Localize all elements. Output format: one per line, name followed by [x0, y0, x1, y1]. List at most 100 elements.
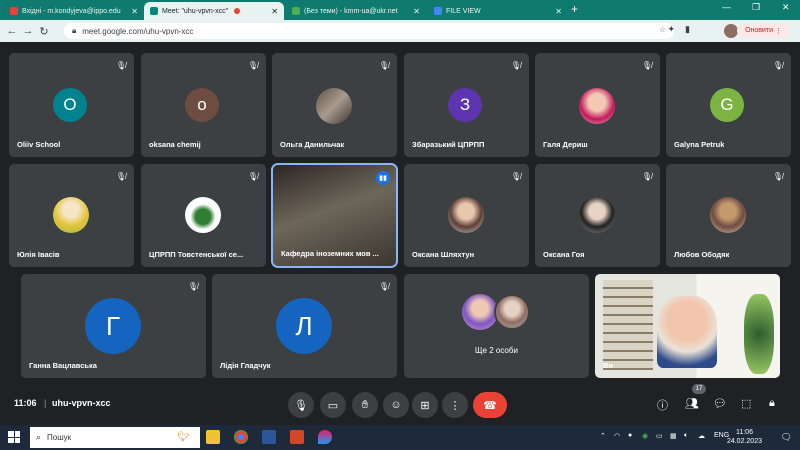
tray-app-icon[interactable]: ●	[628, 432, 632, 439]
avatar: O	[53, 88, 87, 122]
windows-start-icon[interactable]	[8, 431, 20, 443]
word-icon[interactable]	[262, 430, 276, 444]
close-window-icon[interactable]: ✕	[782, 2, 790, 13]
restore-icon[interactable]: ❐	[752, 2, 760, 13]
avatar: З	[448, 88, 482, 122]
plant	[744, 294, 774, 374]
file-explorer-icon[interactable]	[206, 430, 220, 444]
self-view-tile[interactable]: Ви	[595, 274, 780, 378]
more-options-button[interactable]: ⋮	[442, 392, 468, 418]
participant-tile[interactable]: 🎙︎̸ Л Лідія Гладчук	[212, 274, 397, 378]
battery-icon[interactable]: ▭	[656, 432, 663, 440]
network-icon[interactable]: ▦	[670, 432, 677, 440]
close-icon[interactable]: ✕	[409, 7, 420, 16]
others-tile[interactable]: Ще 2 особи	[404, 274, 589, 378]
tab-label: FILE VIEW	[446, 7, 481, 15]
participant-tile[interactable]: 🎙︎̸ Любов Ободяк	[666, 164, 791, 267]
participant-name: Galyna Petruk	[674, 140, 725, 149]
bookmark-star-icon[interactable]: ☆	[659, 25, 666, 34]
microphone-button[interactable]: 🎙︎	[288, 392, 314, 418]
hand-icon: ✋︎	[361, 398, 369, 411]
close-icon[interactable]: ✕	[551, 7, 562, 16]
mic-off-icon: 🎙︎̸	[115, 61, 126, 70]
participant-tile[interactable]: 🎙︎̸ З Збаразький ЦПРПП	[404, 53, 529, 157]
avatar: Л	[276, 298, 332, 354]
participant-video-tile[interactable]: ▮▮ Кафедра іноземних мов ...	[271, 163, 398, 268]
participant-tile[interactable]: 🎙︎̸ Г Ганна Вацлавська	[21, 274, 206, 378]
extensions-icon[interactable]: ✦	[668, 24, 676, 35]
participant-name: Ви	[603, 361, 614, 370]
paint-icon[interactable]	[318, 430, 332, 444]
profile-avatar[interactable]	[724, 24, 738, 38]
clock-time: 11:06	[735, 429, 753, 436]
tab-label: Вхідні - m.kondyjeva@ippo.edu	[22, 7, 121, 15]
back-icon[interactable]: ←	[4, 25, 20, 37]
mic-off-icon: 🎙︎̸	[378, 282, 389, 291]
camera-button[interactable]: ▭	[320, 392, 346, 418]
leave-call-button[interactable]: ☎︎	[473, 392, 507, 418]
browser-toolbar: ← → ↻ 🔒︎ meet.google.com/uhu-vpvn-xcc ☆ …	[0, 20, 800, 42]
sidepanel-icon[interactable]: ▮	[685, 24, 690, 35]
people-icon[interactable]: 👥︎	[685, 397, 699, 410]
taskbar-clock[interactable]: 11:06 24.02.2023	[727, 428, 762, 446]
meeting-time: 11:06	[14, 398, 37, 408]
participant-tile[interactable]: 🎙︎̸ o oksana chemij	[141, 53, 266, 157]
reload-icon[interactable]: ↻	[36, 25, 52, 38]
forward-icon[interactable]: →	[20, 25, 36, 37]
avatar	[579, 197, 615, 233]
volume-icon[interactable]: 🔈︎	[684, 432, 688, 440]
participant-tile[interactable]: 🎙︎̸ G Galyna Petruk	[666, 53, 791, 157]
new-tab-button[interactable]: +	[571, 2, 578, 16]
address-bar[interactable]: 🔒︎ meet.google.com/uhu-vpvn-xcc ☆	[64, 23, 674, 39]
chat-icon[interactable]: 💬︎	[713, 397, 727, 410]
chrome-icon[interactable]	[234, 430, 248, 444]
participant-tile[interactable]: 🎙︎̸ Юлія Івасів	[9, 164, 134, 267]
avatar	[53, 197, 89, 233]
present-button[interactable]: ⊞	[412, 392, 438, 418]
close-icon[interactable]: ✕	[127, 7, 138, 16]
participant-tile[interactable]: 🎙︎̸ ЦПРПП Товстенської се...	[141, 164, 266, 267]
reactions-button[interactable]: ☺	[383, 392, 409, 418]
onedrive-icon[interactable]: ☁	[698, 432, 705, 440]
tab-meet[interactable]: Meet: "uhu-vpvn-xcc" ✕	[144, 2, 284, 20]
notifications-icon[interactable]: 🗨︎	[781, 432, 792, 443]
participant-tile[interactable]: 🎙︎̸ O Oliiv School	[9, 53, 134, 157]
tab-ukrnet[interactable]: (Без теми) - kmm-ua@ukr.net ✕	[286, 2, 426, 20]
tray-chevron-icon[interactable]: ⌃	[600, 432, 606, 440]
tab-file-view[interactable]: FILE VIEW ✕	[428, 2, 568, 20]
raise-hand-button[interactable]: ✋︎	[352, 392, 378, 418]
powerpoint-icon[interactable]	[290, 430, 304, 444]
meet-grid: 🎙︎̸ O Oliiv School 🎙︎̸ o oksana chemij 🎙…	[0, 42, 800, 425]
mic-off-icon: 🎙︎̸	[772, 172, 783, 181]
update-button[interactable]: Оновити ⋮	[737, 23, 790, 38]
info-icon[interactable]: ⓘ	[657, 397, 668, 413]
minimize-icon[interactable]: —	[722, 2, 731, 12]
participant-tile[interactable]: 🎙︎̸ Ольга Данильчак	[272, 53, 397, 157]
tray-app-icon[interactable]: ◉	[642, 432, 648, 440]
host-controls-icon[interactable]: 🔒︎	[769, 397, 775, 410]
separator: |	[44, 398, 47, 408]
participant-tile[interactable]: 🎙︎̸ Оксана Шляхтун	[404, 164, 529, 267]
avatar	[579, 88, 615, 124]
mail-icon	[292, 7, 300, 15]
more-vert-icon: ⋮	[449, 399, 461, 412]
mic-off-icon: 🎙︎̸	[510, 61, 521, 70]
participant-name: Кафедра іноземних мов ...	[281, 249, 379, 258]
avatar	[710, 197, 746, 233]
activities-icon[interactable]: ⬚	[741, 397, 751, 410]
taskbar-search-box[interactable]: ⌕ Пошук 🐦︎	[30, 427, 200, 448]
browser-tab-bar: Вхідні - m.kondyjeva@ippo.edu ✕ Meet: "u…	[0, 0, 800, 20]
participant-tile[interactable]: 🎙︎̸ Галя Дериш	[535, 53, 660, 157]
search-highlight-icon: 🐦︎	[177, 432, 190, 443]
wifi-icon[interactable]: ◠	[614, 432, 620, 440]
mic-off-icon: 🎙︎̸	[187, 282, 198, 291]
recording-icon	[234, 8, 241, 14]
tab-gmail[interactable]: Вхідні - m.kondyjeva@ippo.edu ✕	[4, 2, 144, 20]
participant-name: oksana chemij	[149, 140, 201, 149]
close-icon[interactable]: ✕	[267, 7, 278, 16]
mic-off-icon: 🎙︎̸	[510, 172, 521, 181]
participant-tile[interactable]: 🎙︎̸ Оксана Гоя	[535, 164, 660, 267]
mic-icon: 🎙︎	[294, 399, 308, 412]
participant-name: Ганна Вацлавська	[29, 361, 97, 370]
avatar	[448, 197, 484, 233]
